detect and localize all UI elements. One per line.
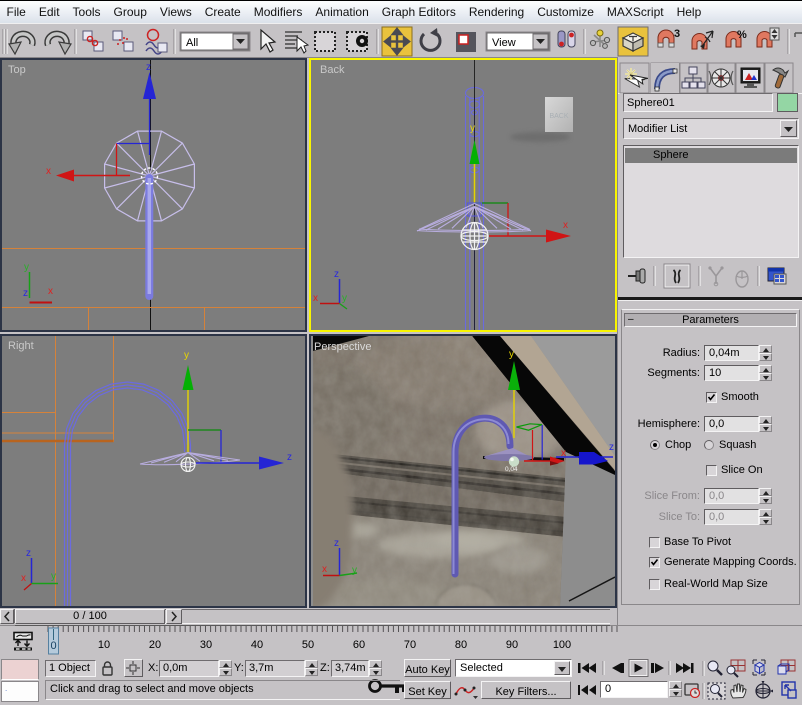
svg-text:z: z [334,269,339,280]
svg-text:50: 50 [302,639,314,651]
svg-text:Back: Back [320,64,345,76]
svg-text:x: x [21,573,26,584]
svg-text:0,04: 0,04 [505,466,518,473]
svg-text:z: z [287,452,292,463]
svg-text:BACK: BACK [549,113,568,120]
svg-text:y: y [342,293,347,304]
svg-text:Top: Top [8,64,26,76]
svg-text:80: 80 [455,639,467,651]
svg-text:x: x [563,220,568,231]
svg-text:z: z [334,538,339,549]
svg-text:y: y [51,571,56,582]
svg-text:z: z [26,548,31,559]
svg-text:40: 40 [251,639,263,651]
svg-text:%: % [737,29,747,41]
svg-text:70: 70 [404,639,416,651]
svg-text:y: y [184,350,189,361]
svg-text:View: View [492,37,516,49]
svg-text:Right: Right [8,340,34,352]
svg-text:x: x [48,286,53,297]
svg-text:z: z [146,62,151,73]
svg-text:y: y [352,565,357,576]
svg-text:100: 100 [553,639,571,651]
svg-text:z: z [23,288,28,299]
svg-text:x: x [313,293,318,304]
svg-text:y: y [470,123,475,134]
svg-text:y: y [24,262,29,273]
svg-text:3: 3 [674,28,680,40]
svg-text:All: All [186,37,198,49]
svg-text:10: 10 [98,639,110,651]
svg-text:20: 20 [149,639,161,651]
svg-text:y: y [509,349,514,360]
svg-text:x: x [46,166,51,177]
svg-text:Perspective: Perspective [314,341,371,353]
svg-text:30: 30 [200,639,212,651]
svg-text:90: 90 [506,639,518,651]
svg-text:x: x [322,564,327,575]
svg-text:60: 60 [353,639,365,651]
svg-text:0: 0 [50,640,56,652]
svg-text:z: z [609,442,614,453]
